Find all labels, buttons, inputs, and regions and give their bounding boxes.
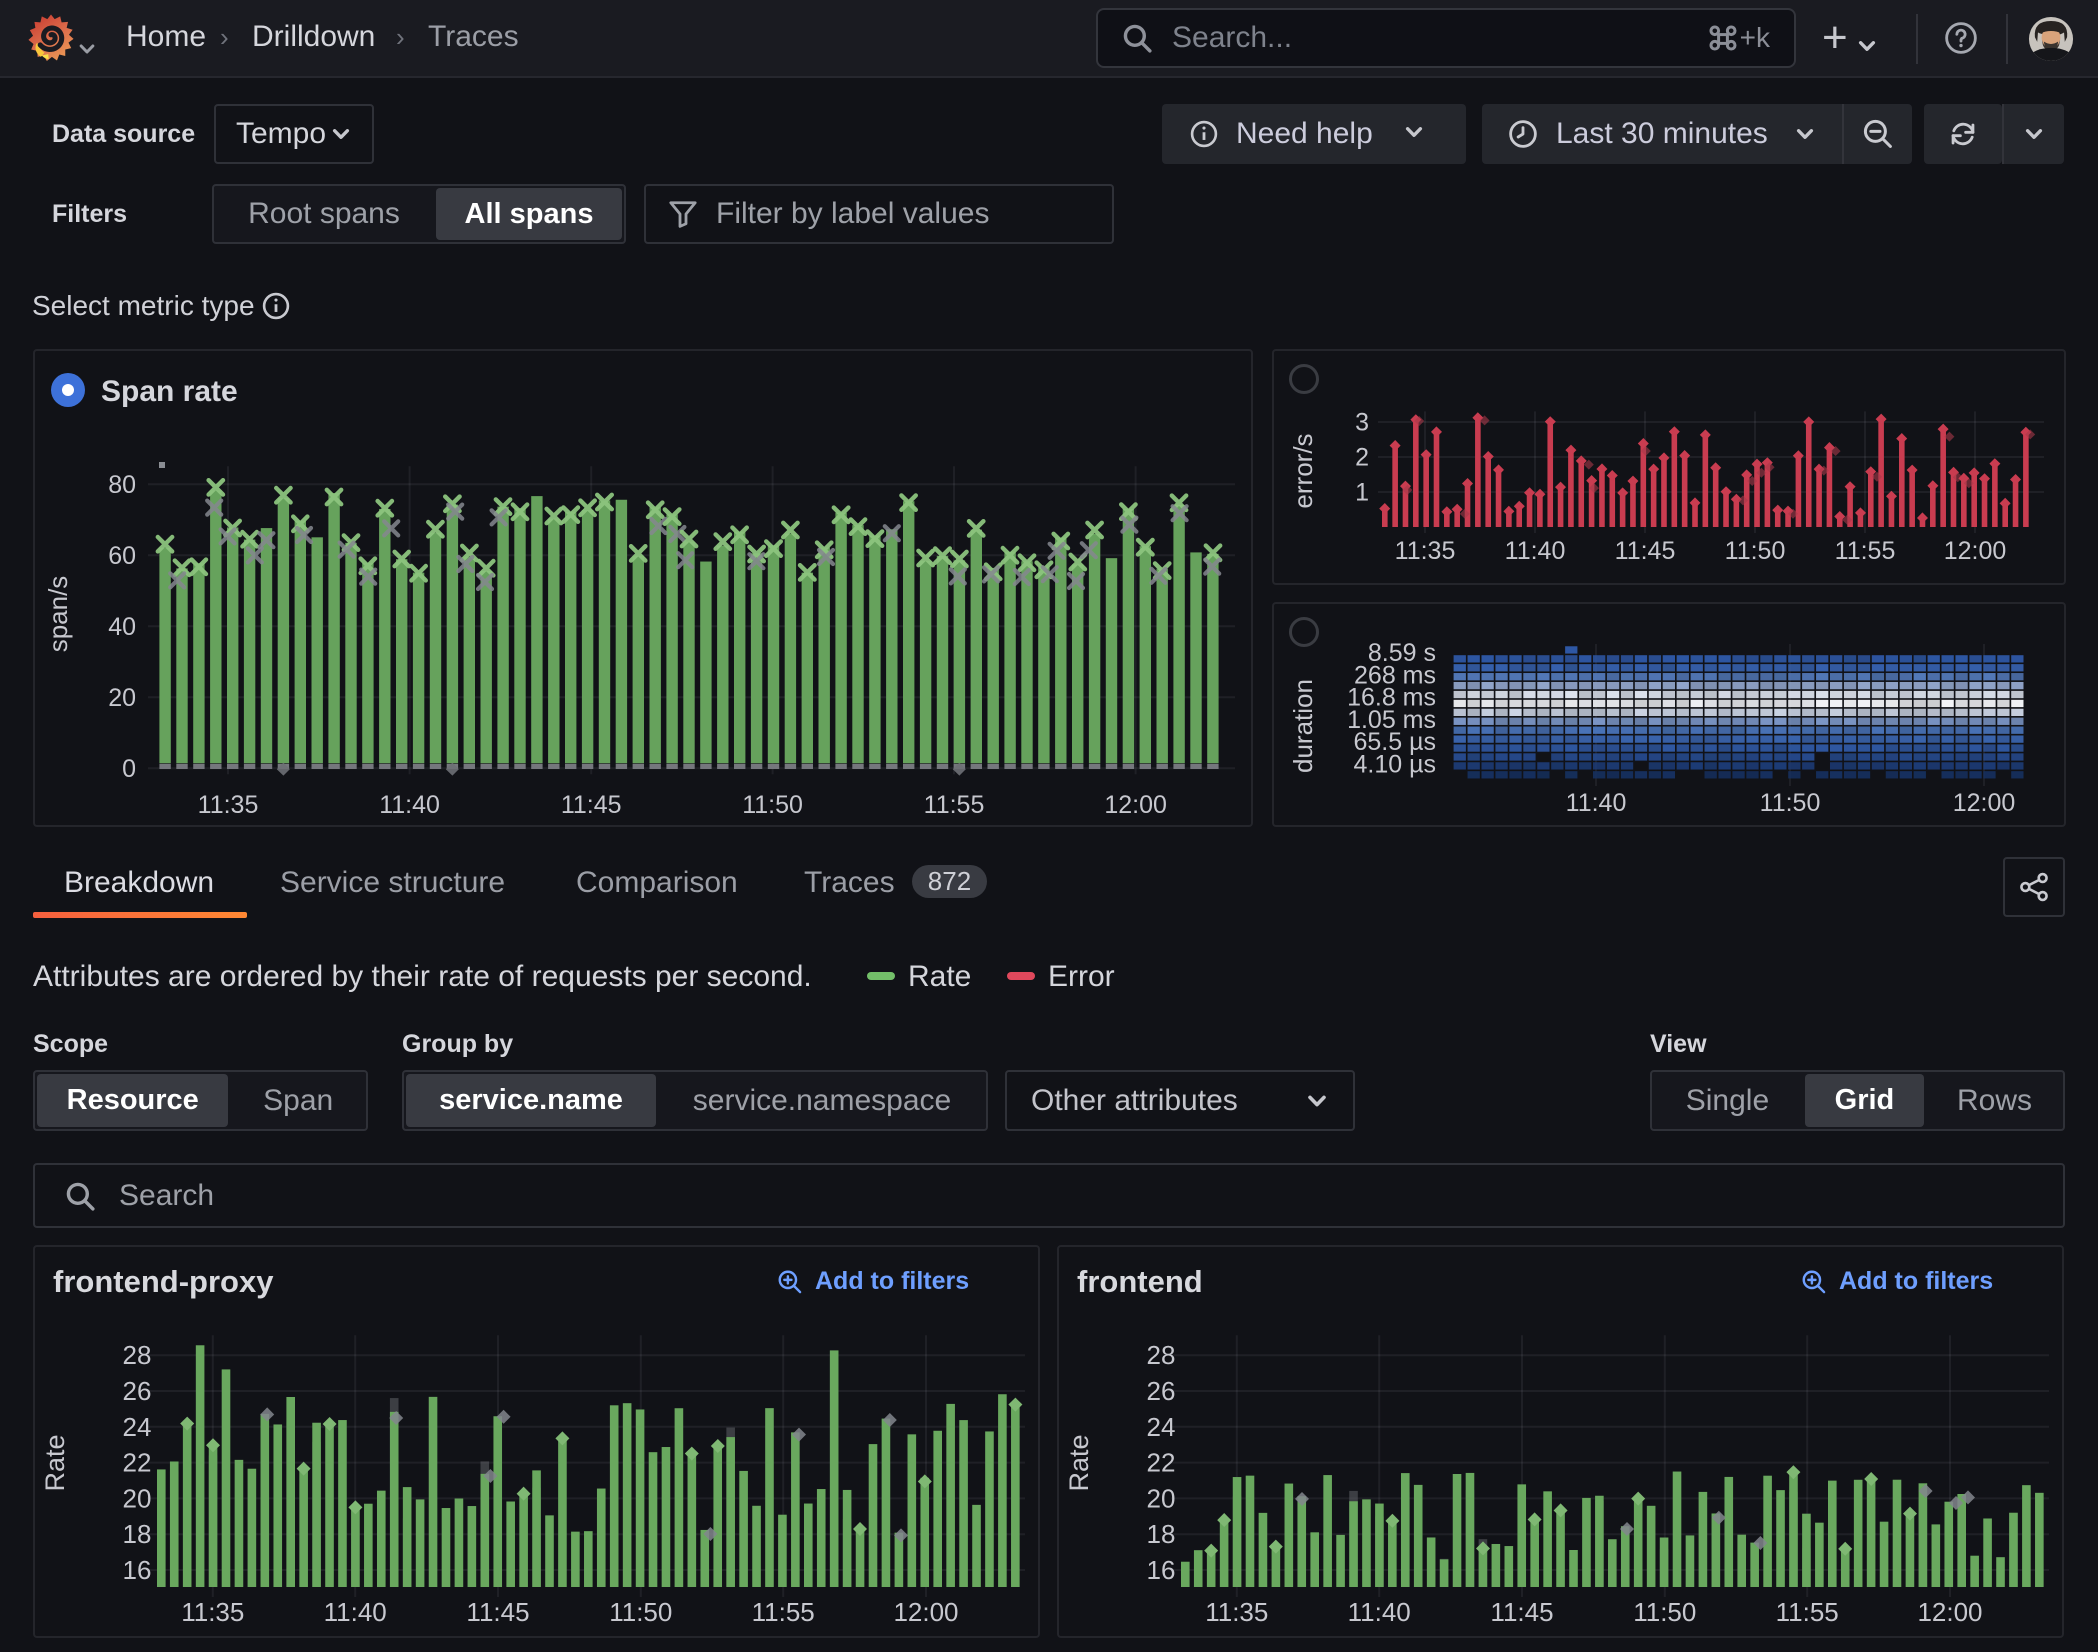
- svg-text:11:35: 11:35: [198, 791, 259, 819]
- svg-text:20: 20: [1147, 1483, 1176, 1513]
- svg-text:20: 20: [123, 1483, 152, 1513]
- svg-text:11:50: 11:50: [742, 791, 803, 819]
- svg-text:20: 20: [108, 684, 136, 712]
- svg-text:11:50: 11:50: [1760, 789, 1821, 817]
- svg-text:12:00: 12:00: [1953, 789, 2016, 817]
- svg-text:11:50: 11:50: [609, 1597, 672, 1627]
- svg-text:Rate: Rate: [40, 1434, 70, 1491]
- svg-text:28: 28: [1147, 1340, 1176, 1370]
- svg-text:12:00: 12:00: [893, 1597, 958, 1627]
- svg-text:11:45: 11:45: [1490, 1597, 1553, 1627]
- svg-text:12:00: 12:00: [1104, 791, 1167, 819]
- svg-text:11:55: 11:55: [752, 1597, 815, 1627]
- svg-text:11:35: 11:35: [1395, 537, 1456, 565]
- svg-text:11:35: 11:35: [181, 1597, 244, 1627]
- svg-text:22: 22: [1147, 1448, 1176, 1478]
- svg-text:11:55: 11:55: [1835, 537, 1896, 565]
- svg-text:11:45: 11:45: [1615, 537, 1676, 565]
- svg-text:11:55: 11:55: [924, 791, 985, 819]
- svg-text:22: 22: [123, 1448, 152, 1478]
- svg-text:4.10 µs: 4.10 µs: [1353, 750, 1436, 778]
- svg-text:40: 40: [108, 613, 136, 641]
- svg-text:Rate: Rate: [1064, 1434, 1094, 1491]
- svg-text:11:35: 11:35: [1205, 1597, 1268, 1627]
- svg-text:11:40: 11:40: [1348, 1597, 1411, 1627]
- svg-text:11:40: 11:40: [1566, 789, 1627, 817]
- svg-text:26: 26: [123, 1376, 152, 1406]
- svg-text:11:40: 11:40: [324, 1597, 387, 1627]
- svg-text:11:45: 11:45: [561, 791, 622, 819]
- svg-text:11:50: 11:50: [1633, 1597, 1696, 1627]
- svg-text:2: 2: [1355, 444, 1369, 472]
- svg-text:11:40: 11:40: [379, 791, 440, 819]
- svg-text:11:50: 11:50: [1725, 537, 1786, 565]
- svg-text:12:00: 12:00: [1917, 1597, 1982, 1627]
- svg-text:60: 60: [108, 542, 136, 570]
- svg-text:11:45: 11:45: [466, 1597, 529, 1627]
- svg-text:16: 16: [1147, 1555, 1176, 1585]
- svg-text:11:40: 11:40: [1505, 537, 1566, 565]
- svg-text:18: 18: [1147, 1519, 1176, 1549]
- svg-text:24: 24: [1147, 1412, 1176, 1442]
- svg-text:26: 26: [1147, 1376, 1176, 1406]
- svg-text:28: 28: [123, 1340, 152, 1370]
- svg-text:16: 16: [123, 1555, 152, 1585]
- svg-text:12:00: 12:00: [1944, 537, 2007, 565]
- svg-text:3: 3: [1355, 409, 1369, 437]
- svg-text:span/s: span/s: [43, 576, 73, 653]
- svg-text:11:55: 11:55: [1776, 1597, 1839, 1627]
- svg-text:18: 18: [123, 1519, 152, 1549]
- svg-text:1: 1: [1355, 479, 1369, 507]
- svg-text:0: 0: [122, 755, 136, 783]
- svg-text:80: 80: [108, 471, 136, 499]
- svg-text:24: 24: [123, 1412, 152, 1442]
